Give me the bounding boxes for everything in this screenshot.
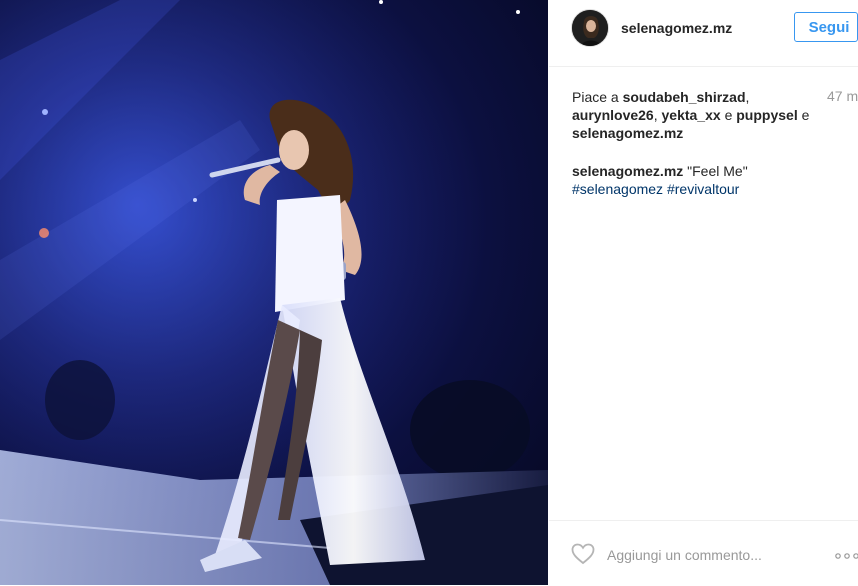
likes-prefix: Piace a	[572, 89, 619, 105]
caption-text: "Feel Me"	[687, 163, 748, 179]
more-options-icon[interactable]	[835, 553, 858, 559]
follow-button[interactable]: Segui	[794, 12, 858, 42]
caption-username[interactable]: selenagomez.mz	[572, 163, 683, 179]
post-sidebar: selenagomez.mz Segui Piace a soudabeh_sh…	[549, 0, 858, 585]
avatar[interactable]	[571, 9, 609, 47]
header-username[interactable]: selenagomez.mz	[621, 20, 732, 36]
liker-username[interactable]: soudabeh_shirzad	[623, 89, 746, 105]
post-header: selenagomez.mz Segui	[549, 0, 858, 67]
post-timestamp[interactable]: 47 m	[827, 88, 858, 104]
avatar-image	[572, 10, 608, 46]
comment-input[interactable]	[607, 545, 807, 565]
post-footer	[549, 520, 858, 586]
liker-username[interactable]: aurynlove26	[572, 107, 654, 123]
hashtag-link[interactable]: #revivaltour	[667, 181, 739, 197]
post-image	[0, 0, 548, 585]
post-photo[interactable]	[0, 0, 548, 585]
hashtag-link[interactable]: #selenagomez	[572, 181, 663, 197]
post-caption: selenagomez.mz "Feel Me" #selenagomez #r…	[572, 162, 842, 198]
heart-icon[interactable]	[571, 543, 595, 565]
liker-username[interactable]: puppysel	[736, 107, 797, 123]
likes-text: Piace a soudabeh_shirzad, aurynlove26, y…	[572, 89, 810, 141]
liker-username[interactable]: selenagomez.mz	[572, 125, 683, 141]
liker-username[interactable]: yekta_xx	[662, 107, 721, 123]
